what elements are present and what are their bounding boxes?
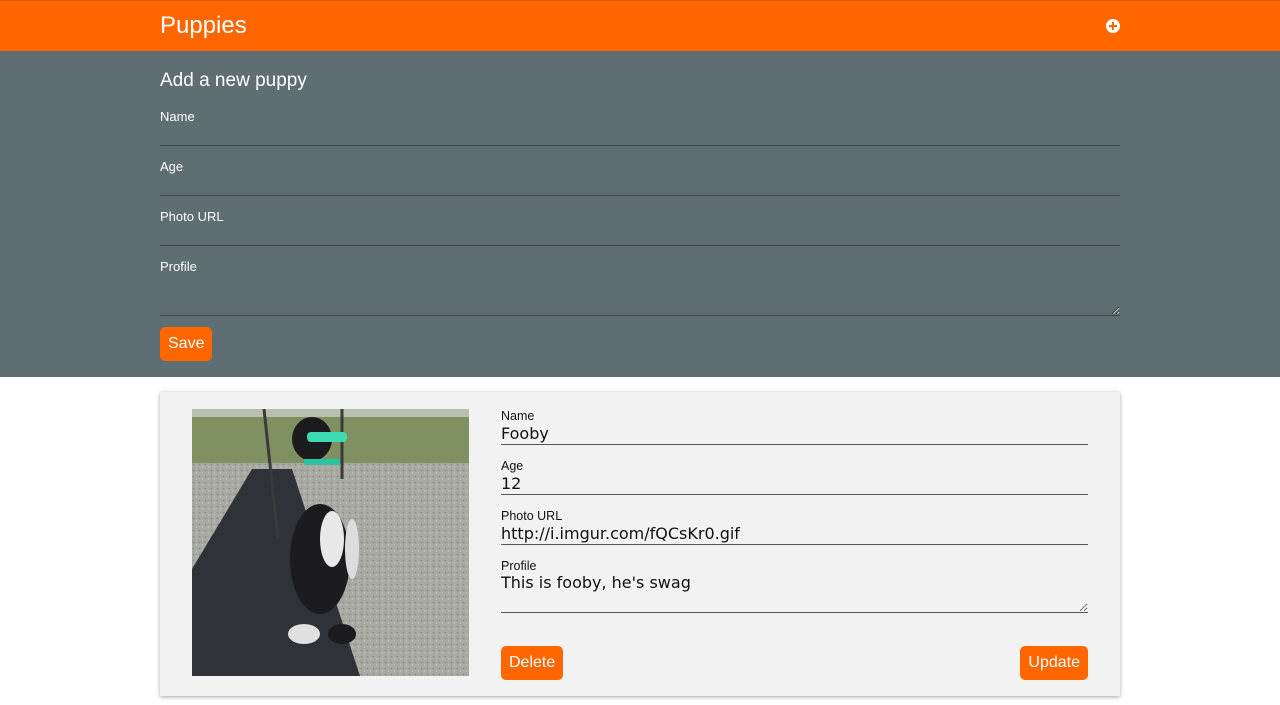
name-label: Name — [501, 409, 535, 423]
new-profile-field: Profile — [160, 259, 1120, 321]
puppy-photo — [192, 409, 469, 676]
save-button[interactable]: Save — [160, 327, 213, 361]
age-label: Age — [501, 459, 524, 473]
age-input[interactable] — [501, 473, 1088, 495]
app-header: Puppies — [0, 0, 1280, 51]
new-age-input[interactable] — [160, 176, 1120, 196]
profile-label: Profile — [501, 559, 537, 573]
profile-textarea[interactable]: This is fooby, he's swag — [501, 573, 1088, 613]
new-photo-url-field: Photo URL — [160, 209, 1120, 246]
form-heading: Add a new puppy — [160, 70, 307, 91]
age-field: Age — [501, 459, 1088, 495]
new-age-field: Age — [160, 159, 1120, 196]
delete-button[interactable]: Delete — [501, 646, 564, 680]
photo-url-label: Photo URL — [501, 509, 563, 523]
plus-circle-icon[interactable] — [1105, 18, 1121, 34]
new-photo-url-input[interactable] — [160, 226, 1120, 246]
name-input[interactable] — [501, 423, 1088, 445]
new-profile-label: Profile — [160, 259, 197, 274]
photo-url-input[interactable] — [501, 523, 1088, 545]
new-name-label: Name — [160, 109, 195, 124]
new-photo-url-label: Photo URL — [160, 209, 224, 224]
profile-field: Profile This is fooby, he's swag — [501, 559, 1088, 618]
name-field: Name — [501, 409, 1088, 445]
new-name-field: Name — [160, 109, 1120, 146]
new-profile-textarea[interactable] — [160, 276, 1120, 316]
new-name-input[interactable] — [160, 126, 1120, 146]
photo-url-field: Photo URL — [501, 509, 1088, 545]
new-age-label: Age — [160, 159, 184, 174]
update-button[interactable]: Update — [1020, 646, 1088, 680]
new-name-underline — [160, 124, 1120, 146]
app-title: Puppies — [160, 12, 247, 39]
puppy-card: Name Age Photo URL Profile This is fooby… — [160, 392, 1120, 696]
new-puppy-form: Add a new puppy Name Age Photo URL Profi… — [0, 51, 1280, 377]
